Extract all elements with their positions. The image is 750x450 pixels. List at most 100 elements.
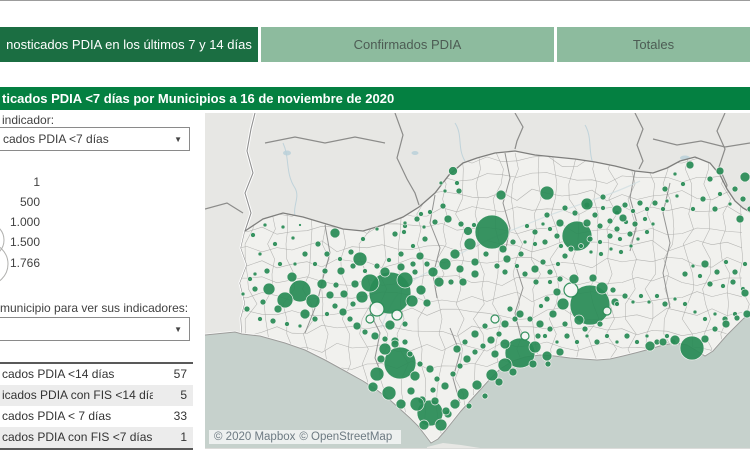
municipality-bubble[interactable] bbox=[430, 396, 440, 406]
municipality-bubble[interactable] bbox=[542, 333, 548, 339]
municipality-bubble[interactable] bbox=[442, 188, 448, 194]
municipality-bubble[interactable] bbox=[409, 370, 421, 382]
municipality-bubble[interactable] bbox=[411, 268, 419, 276]
municipality-bubble[interactable] bbox=[416, 360, 424, 368]
municipality-bubble[interactable] bbox=[598, 251, 604, 257]
municipality-bubble[interactable] bbox=[739, 171, 750, 183]
municipality-bubble[interactable] bbox=[721, 319, 731, 329]
municipality-bubble[interactable] bbox=[644, 340, 656, 352]
municipality-bubble[interactable] bbox=[465, 402, 473, 410]
municipality-bubble[interactable] bbox=[588, 249, 594, 255]
municipality-bubble[interactable] bbox=[396, 271, 414, 289]
municipality-bubble[interactable] bbox=[554, 339, 560, 345]
municipality-bubble[interactable] bbox=[606, 217, 614, 225]
municipality-bubble[interactable] bbox=[634, 339, 640, 345]
municipality-bubble[interactable] bbox=[578, 243, 584, 249]
municipality-bubble[interactable] bbox=[471, 222, 477, 228]
municipality-bubble[interactable] bbox=[733, 314, 741, 322]
municipality-bubble[interactable] bbox=[433, 375, 441, 383]
municipality-bubble[interactable] bbox=[409, 260, 417, 268]
municipality-bubble[interactable] bbox=[257, 251, 263, 257]
municipality-bubble[interactable] bbox=[376, 354, 386, 364]
municipality-bubble[interactable] bbox=[454, 180, 460, 186]
municipality-bubble[interactable] bbox=[700, 259, 710, 269]
municipality-bubble[interactable] bbox=[509, 238, 517, 246]
municipality-bubble[interactable] bbox=[711, 205, 719, 213]
municipality-bubble[interactable] bbox=[462, 354, 472, 364]
municipality-bubble[interactable] bbox=[515, 309, 525, 319]
municipality-bubble[interactable] bbox=[479, 342, 487, 350]
municipality-bubble[interactable] bbox=[532, 241, 538, 247]
municipality-bubble[interactable] bbox=[401, 320, 409, 328]
municipality-bubble[interactable] bbox=[352, 321, 362, 331]
municipality-bubble[interactable] bbox=[370, 331, 380, 341]
municipality-bubble[interactable] bbox=[427, 209, 433, 215]
municipality-bubble[interactable] bbox=[384, 319, 396, 331]
municipality-bubble[interactable] bbox=[471, 379, 483, 391]
municipality-bubble[interactable] bbox=[614, 301, 620, 307]
municipality-bubble[interactable] bbox=[470, 257, 480, 267]
municipality-bubble[interactable] bbox=[243, 305, 251, 313]
municipality-bubble[interactable] bbox=[273, 304, 283, 314]
municipality-bubble[interactable] bbox=[378, 342, 392, 356]
municipality-bubble[interactable] bbox=[742, 261, 748, 267]
municipality-bubble[interactable] bbox=[540, 221, 546, 227]
municipality-bubble[interactable] bbox=[355, 290, 369, 304]
municipality-bubble[interactable] bbox=[421, 235, 429, 243]
municipality-bubble[interactable] bbox=[470, 329, 480, 339]
municipality-bubble[interactable] bbox=[541, 238, 549, 246]
municipality-bubble[interactable] bbox=[526, 315, 534, 323]
tab-confirmados-pdia[interactable]: Confirmados PDIA bbox=[261, 27, 554, 62]
municipality-bubble[interactable] bbox=[626, 230, 634, 238]
municipality-bubble[interactable] bbox=[548, 309, 558, 319]
municipality-bubble[interactable] bbox=[336, 266, 346, 276]
municipality-bubble[interactable] bbox=[395, 398, 407, 410]
municipality-bubble[interactable] bbox=[362, 268, 368, 274]
municipality-bubble[interactable] bbox=[573, 314, 585, 326]
municipality-bubble[interactable] bbox=[463, 226, 473, 236]
municipality-bubble[interactable] bbox=[544, 360, 552, 368]
municipality-bubble[interactable] bbox=[406, 350, 414, 358]
municipality-bubble[interactable] bbox=[535, 319, 545, 329]
municipality-bubble[interactable] bbox=[717, 191, 723, 197]
municipality-bubble[interactable] bbox=[367, 381, 379, 393]
municipality-bubble[interactable] bbox=[520, 331, 530, 341]
municipality-bubble[interactable] bbox=[595, 281, 609, 295]
municipality-bubble[interactable] bbox=[727, 201, 733, 207]
municipality-bubble[interactable] bbox=[674, 193, 680, 199]
municipality-bubble[interactable] bbox=[331, 302, 339, 310]
municipality-bubble[interactable] bbox=[481, 392, 489, 400]
municipality-bubble[interactable] bbox=[500, 319, 510, 329]
municipality-bubble[interactable] bbox=[558, 243, 564, 249]
municipality-bubble[interactable] bbox=[455, 264, 465, 274]
municipality-bubble[interactable] bbox=[493, 262, 501, 270]
map-container[interactable]: © 2020 Mapbox © OpenStreetMap bbox=[205, 113, 750, 449]
municipality-bubble[interactable] bbox=[401, 338, 409, 346]
municipality-bubble[interactable] bbox=[679, 335, 705, 361]
municipality-bubble[interactable] bbox=[390, 339, 400, 349]
municipality-bubble[interactable] bbox=[381, 335, 389, 343]
municipality-bubble[interactable] bbox=[582, 218, 592, 228]
municipality-bubble[interactable] bbox=[586, 235, 594, 243]
municipality-bubble[interactable] bbox=[324, 311, 330, 317]
municipality-bubble[interactable] bbox=[631, 220, 639, 228]
municipality-bubble[interactable] bbox=[449, 248, 461, 260]
municipality-bubble[interactable] bbox=[401, 229, 407, 235]
municipality-bubble[interactable] bbox=[561, 204, 569, 212]
municipality-bubble[interactable] bbox=[240, 291, 246, 297]
municipality-bubble[interactable] bbox=[630, 299, 636, 305]
municipality-bubble[interactable] bbox=[379, 266, 391, 278]
municipality-bubble[interactable] bbox=[740, 288, 750, 298]
municipality-bubble[interactable] bbox=[280, 224, 286, 230]
municipality-bubble[interactable] bbox=[552, 287, 562, 297]
municipality-bubble[interactable] bbox=[455, 187, 463, 195]
municipality-bubble[interactable] bbox=[360, 273, 380, 293]
municipality-bubble[interactable] bbox=[481, 322, 489, 330]
municipality-bubble[interactable] bbox=[452, 344, 462, 354]
municipality-bubble[interactable] bbox=[596, 320, 604, 328]
municipality-bubble[interactable] bbox=[301, 250, 309, 258]
municipio-select[interactable]: ▼ bbox=[0, 317, 190, 341]
municipality-bubble[interactable] bbox=[418, 419, 430, 431]
municipality-bubble[interactable] bbox=[555, 347, 565, 357]
municipality-bubble[interactable] bbox=[563, 332, 571, 340]
